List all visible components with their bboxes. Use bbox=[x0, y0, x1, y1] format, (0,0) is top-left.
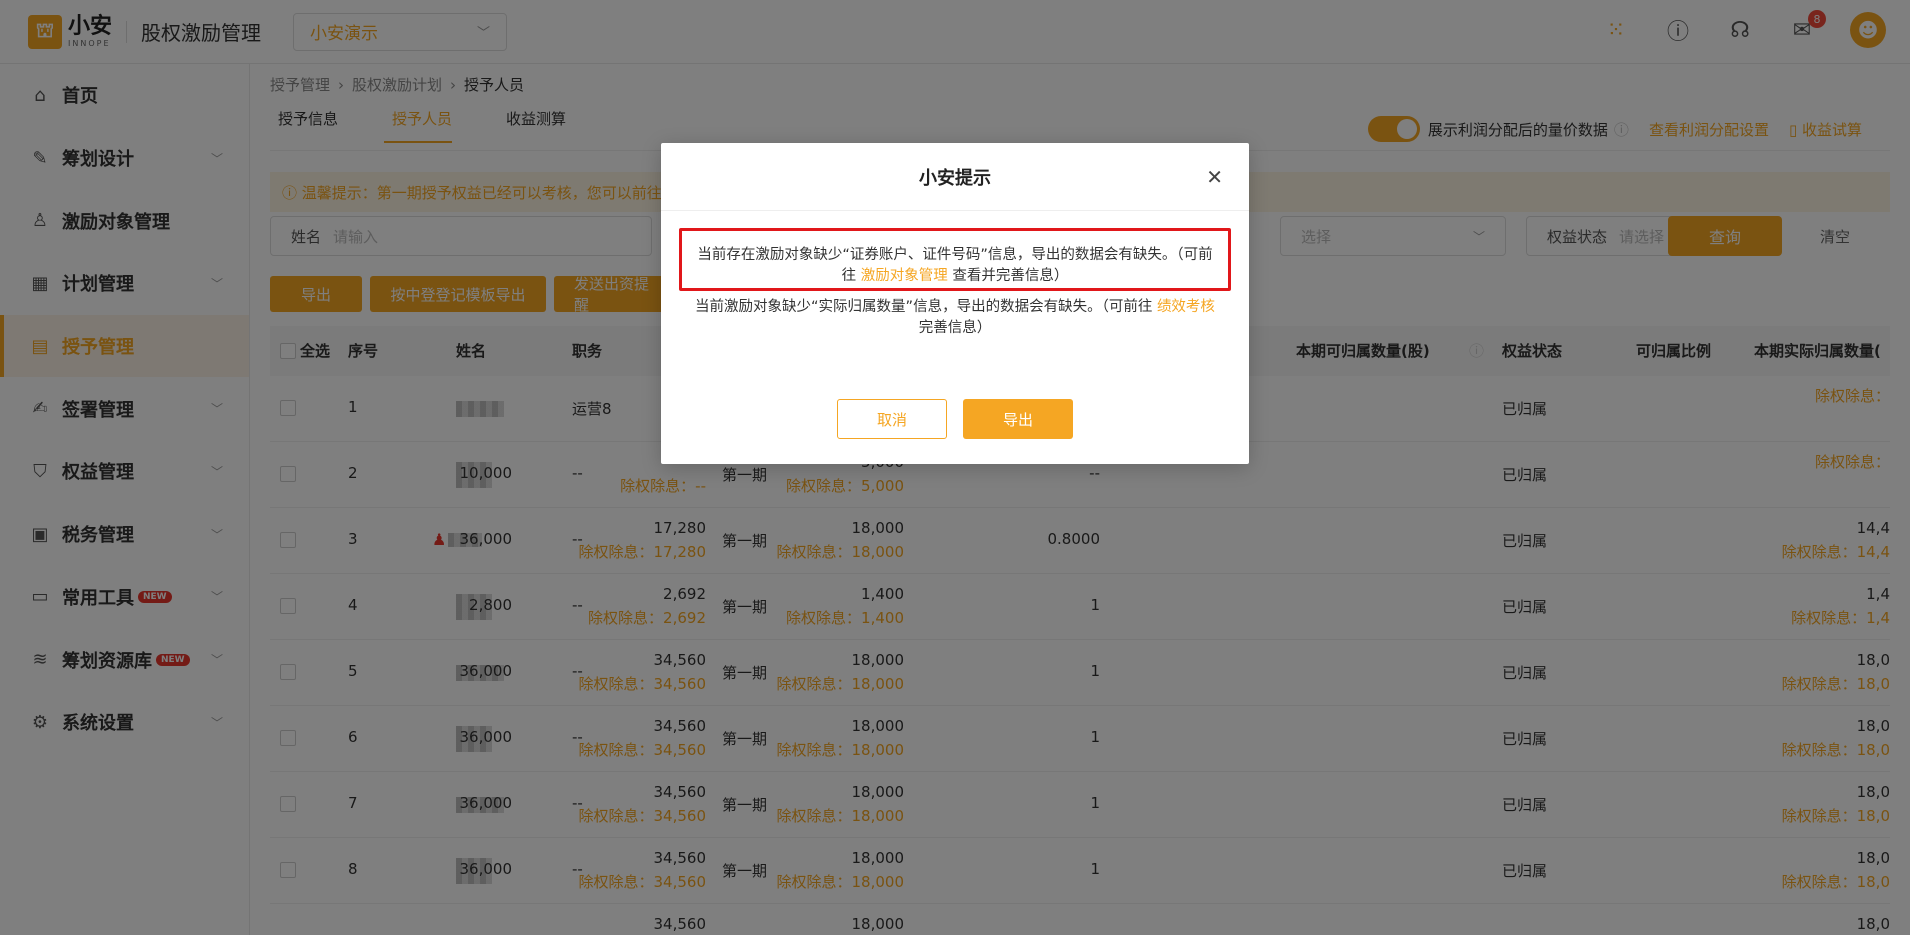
close-icon[interactable]: ✕ bbox=[1206, 165, 1223, 189]
modal-overlay[interactable] bbox=[0, 0, 1910, 935]
performance-review-link[interactable]: 绩效考核 bbox=[1157, 299, 1215, 315]
participant-management-link[interactable]: 激励对象管理 bbox=[861, 268, 948, 284]
dialog-header: 小安提示 ✕ bbox=[661, 143, 1249, 211]
dialog-title: 小安提示 bbox=[919, 167, 991, 189]
dialog-message-missing-quantity: 当前激励对象缺少“实际归属数量”信息，导出的数据会有缺失。（可前往 绩效考核 完… bbox=[695, 299, 1215, 336]
confirm-export-button[interactable]: 导出 bbox=[963, 399, 1073, 439]
cancel-button[interactable]: 取消 bbox=[837, 399, 947, 439]
prompt-dialog: 小安提示 ✕ 当前存在激励对象缺少“证券账户、证件号码”信息，导出的数据会有缺失… bbox=[661, 143, 1249, 464]
dialog-message-missing-account: 当前存在激励对象缺少“证券账户、证件号码”信息，导出的数据会有缺失。（可前往 激… bbox=[697, 247, 1213, 284]
